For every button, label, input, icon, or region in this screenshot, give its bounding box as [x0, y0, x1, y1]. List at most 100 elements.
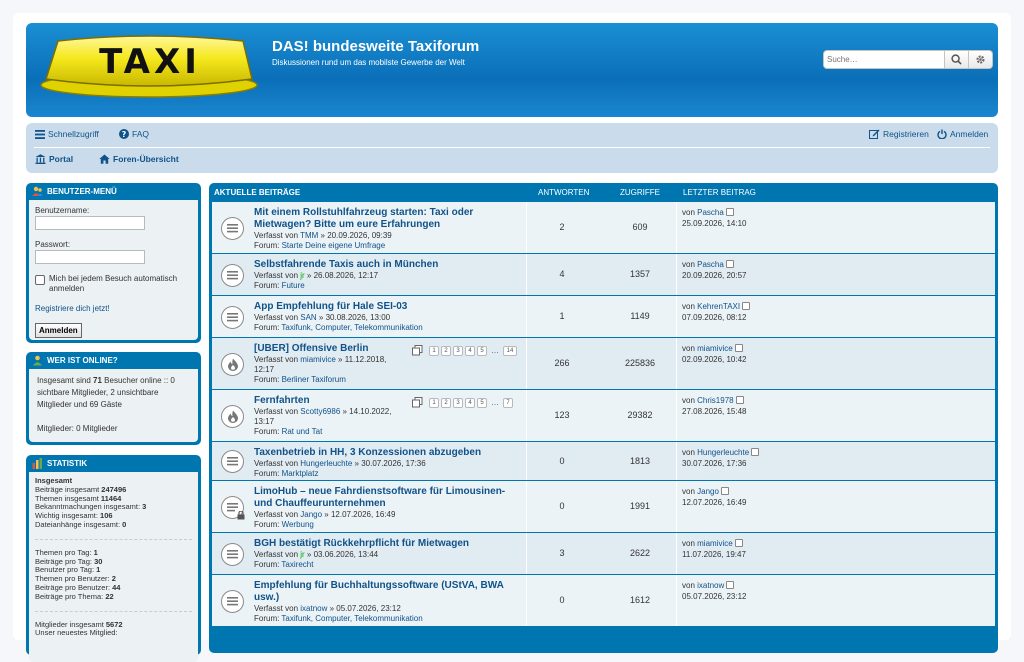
- statistics-value: 11464: [100, 493, 122, 503]
- breadcrumb-portal[interactable]: Portal: [35, 154, 73, 164]
- page-link[interactable]: 1: [429, 397, 439, 408]
- page-link[interactable]: 1: [429, 345, 439, 356]
- password-input[interactable]: [35, 250, 145, 264]
- column-divider: [676, 390, 677, 441]
- author-link[interactable]: Hungerleuchte: [300, 459, 352, 468]
- search-button[interactable]: [945, 50, 969, 69]
- goto-last-post-icon[interactable]: [734, 539, 743, 547]
- search-input[interactable]: [823, 50, 945, 69]
- page-link[interactable]: 4: [465, 397, 475, 408]
- topic-author-line: Verfasst von Hungerleuchte » 30.07.2026,…: [254, 459, 524, 469]
- last-post: von Jango 12.07.2026, 16:49: [682, 486, 747, 508]
- goto-last-post-icon[interactable]: [726, 581, 735, 589]
- statistics-value: 106: [100, 511, 113, 521]
- advanced-search-button[interactable]: [969, 50, 993, 69]
- forum-link[interactable]: Taxifunk, Computer, Telekommunikation: [281, 323, 422, 332]
- last-post-author-link[interactable]: KehrenTAXI: [697, 302, 740, 311]
- login-button[interactable]: Anmelden: [35, 323, 82, 338]
- topic-title-link[interactable]: Taxenbetrieb in HH, 3 Konzessionen abzug…: [254, 447, 524, 459]
- topic-title-link[interactable]: LimoHub – neue Fahrdienstsoftware für Li…: [254, 486, 524, 510]
- quick-access-menu[interactable]: Schnellzugriff: [35, 129, 99, 139]
- forum-link[interactable]: Future: [282, 281, 305, 290]
- post-date: » 03.06.2026, 13:44: [304, 550, 379, 559]
- site-title[interactable]: DAS! bundesweite Taxiforum: [272, 38, 479, 55]
- page-link[interactable]: 2: [441, 345, 451, 356]
- topic-title-link[interactable]: Empfehlung für Buchhaltungssoftware (USt…: [254, 580, 524, 604]
- page-link[interactable]: 2: [441, 397, 451, 408]
- author-link[interactable]: ixatnow: [300, 604, 327, 613]
- goto-last-post-icon[interactable]: [751, 448, 760, 456]
- pagination: 1 2 3 4 5 … 14: [412, 345, 517, 356]
- topic-title-link[interactable]: App Empfehlung für Hale SEI-03: [254, 301, 524, 313]
- goto-last-post-icon[interactable]: [742, 302, 751, 310]
- header-last-post: Letzter Beitrag: [683, 188, 756, 197]
- forum-link[interactable]: Marktplatz: [282, 469, 319, 478]
- last-post-author-link[interactable]: Pascha: [697, 208, 724, 217]
- page-link[interactable]: 7: [503, 397, 513, 408]
- statistics-value: 1: [96, 565, 101, 575]
- topic-icon: [221, 264, 244, 287]
- remember-me-checkbox[interactable]: [35, 275, 45, 285]
- statistics-group-members: Mitglieder insgesamt 5672 Unser neuestes …: [35, 619, 192, 639]
- topic-title-link[interactable]: Selbstfahrende Taxis auch in München: [254, 259, 524, 271]
- author-link[interactable]: TMM: [300, 231, 318, 240]
- answers-count: 123: [554, 410, 570, 420]
- views-count: 2622: [629, 548, 651, 558]
- username-input[interactable]: [35, 216, 145, 230]
- goto-last-post-icon[interactable]: [725, 260, 734, 268]
- views-count: 225836: [624, 358, 656, 368]
- svg-text:?: ?: [122, 130, 127, 139]
- goto-last-post-icon[interactable]: [734, 344, 743, 352]
- last-post-author-link[interactable]: ixatnow: [697, 581, 724, 590]
- taxi-logo[interactable]: TAXI: [38, 33, 260, 99]
- breadcrumb-forum-index[interactable]: Foren-Übersicht: [99, 154, 179, 164]
- who-is-online-block: Wer ist online? Insgesamt sind 71 Besuch…: [26, 352, 201, 445]
- answers-count: 0: [559, 456, 565, 466]
- last-post-author-link[interactable]: miamivice: [697, 344, 733, 353]
- forum-link[interactable]: Starte Deine eigene Umfrage: [282, 241, 386, 250]
- page-link[interactable]: 14: [503, 345, 517, 356]
- who-is-online-title: Wer ist online?: [26, 352, 201, 369]
- last-post-author-link[interactable]: Jango: [697, 487, 719, 496]
- author-link[interactable]: Jango: [300, 510, 322, 519]
- faq-link[interactable]: ? FAQ: [119, 129, 149, 139]
- topic-title-link[interactable]: [UBER] Offensive Berlin: [254, 343, 404, 355]
- topic-forum-line: Forum: Taxifunk, Computer, Telekommunika…: [254, 614, 524, 624]
- register-now-link[interactable]: Registriere dich jetzt!: [35, 304, 192, 313]
- topic-title-link[interactable]: Mit einem Rollstuhlfahrzeug starten: Tax…: [254, 207, 524, 231]
- forum-link[interactable]: Rat und Tat: [282, 427, 323, 436]
- topic-author-line: Verfasst von jr » 26.08.2026, 12:17: [254, 271, 524, 281]
- column-divider: [676, 442, 677, 480]
- last-post-author-link[interactable]: Hungerleuchte: [697, 448, 749, 457]
- goto-last-post-icon[interactable]: [720, 487, 729, 495]
- login-link[interactable]: Anmelden: [937, 129, 988, 139]
- goto-last-post-icon[interactable]: [735, 396, 744, 404]
- last-post-author-line: von Pascha: [682, 207, 747, 218]
- topic-title-link[interactable]: BGH bestätigt Rückkehrpflicht für Mietwa…: [254, 538, 524, 550]
- last-post-author-line: von miamivice: [682, 343, 747, 354]
- forum-link[interactable]: Berliner Taxiforum: [282, 375, 346, 384]
- last-post-author-link[interactable]: Pascha: [697, 260, 724, 269]
- forum-prefix: Forum:: [254, 520, 282, 529]
- page-link[interactable]: 3: [453, 397, 463, 408]
- author-link[interactable]: miamivice: [300, 355, 336, 364]
- page-link[interactable]: 4: [465, 345, 475, 356]
- forum-link[interactable]: Werbung: [282, 520, 314, 529]
- author-link[interactable]: Scotty6986: [300, 407, 340, 416]
- topic-list: Mit einem Rollstuhlfahrzeug starten: Tax…: [212, 202, 995, 627]
- last-post-author-link[interactable]: Chris1978: [697, 396, 733, 405]
- statistics-value: 5672: [105, 619, 123, 629]
- register-link[interactable]: Registrieren: [869, 129, 929, 139]
- last-post-author-link[interactable]: miamivice: [697, 539, 733, 548]
- topic-icon: [221, 543, 244, 566]
- page-link[interactable]: 3: [453, 345, 463, 356]
- forum-link[interactable]: Taxirecht: [281, 560, 313, 569]
- page-link[interactable]: 5: [477, 345, 487, 356]
- topic-title-link[interactable]: Fernfahrten: [254, 395, 404, 407]
- forum-link[interactable]: Taxifunk, Computer, Telekommunikation: [281, 614, 422, 623]
- lock-icon: [237, 511, 245, 520]
- goto-last-post-icon[interactable]: [725, 208, 734, 216]
- page-link[interactable]: 5: [477, 397, 487, 408]
- author-link[interactable]: SAN: [300, 313, 316, 322]
- column-divider: [526, 202, 527, 253]
